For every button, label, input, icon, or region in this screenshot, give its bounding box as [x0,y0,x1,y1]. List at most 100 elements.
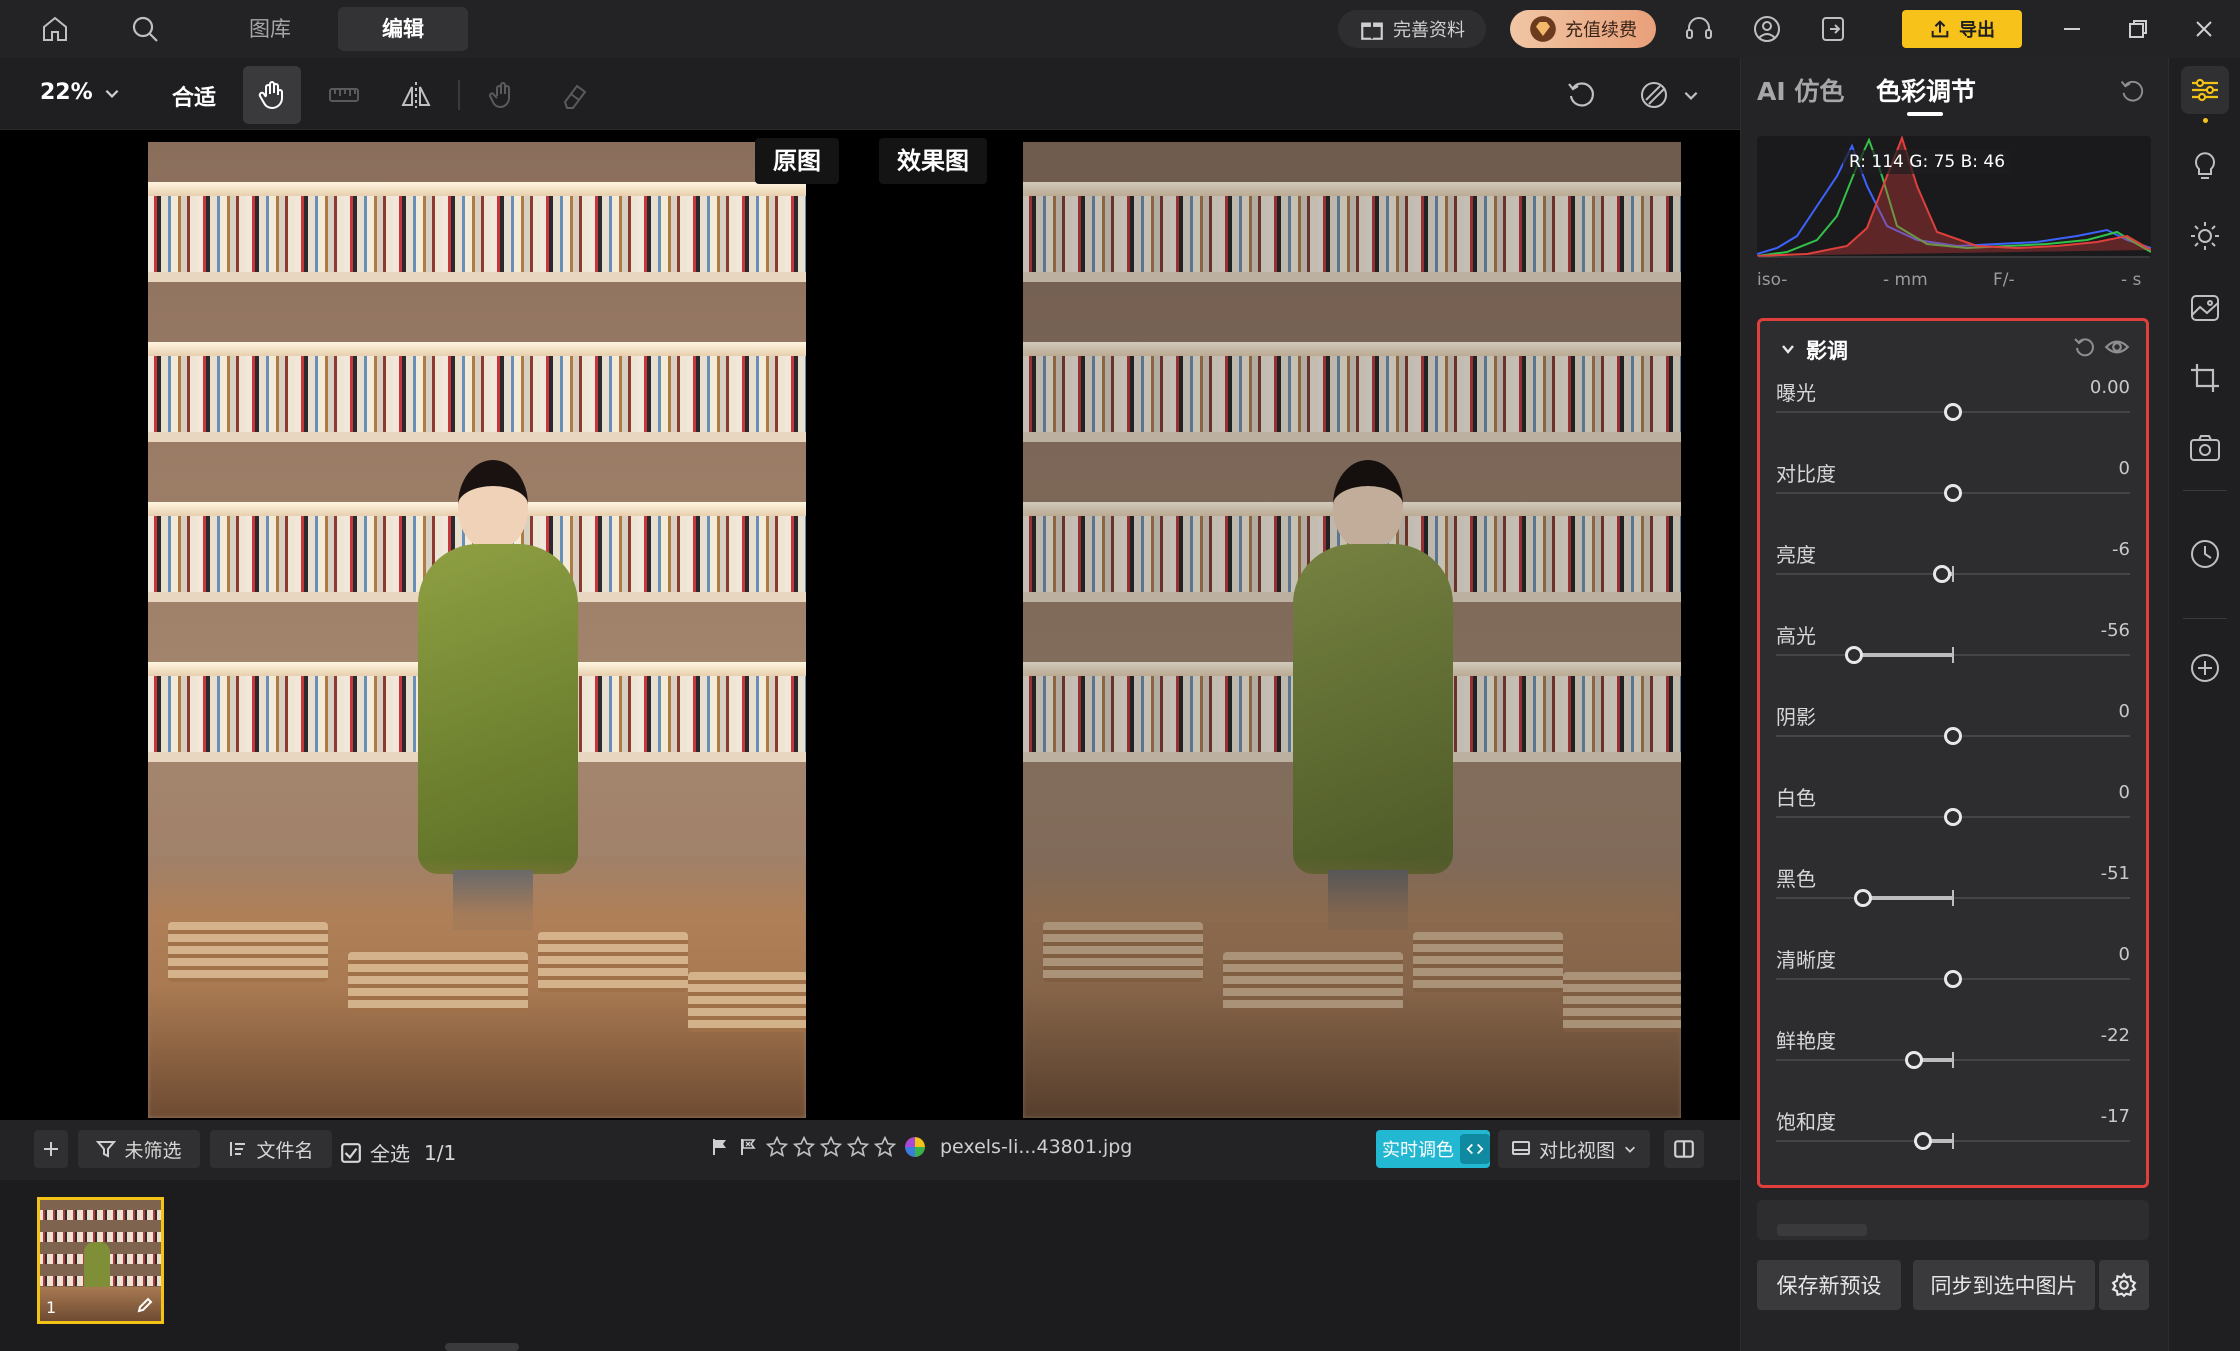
image-edit-icon[interactable] [2181,284,2229,332]
filter-button[interactable]: 未筛选 [78,1130,200,1168]
color-label-icon[interactable] [904,1136,926,1158]
star-icon[interactable] [874,1136,896,1158]
tone-section-header[interactable]: 影调 [1760,331,2146,367]
photo-thumbnail[interactable]: 1 [37,1197,164,1324]
slider-value[interactable]: -17 [2101,1106,2130,1127]
slider-center-tick [1952,1133,1954,1149]
star-rating[interactable] [766,1136,896,1158]
straighten-tool[interactable] [315,66,373,124]
slider-knob[interactable] [1944,970,1962,988]
search-icon[interactable] [126,10,164,48]
tab-library[interactable]: 图库 [226,7,314,51]
photo-canvas[interactable]: 原图 效果图 [0,130,1740,1120]
slider-label: 黑色 [1776,867,1816,891]
complete-profile-button[interactable]: 完善资料 [1338,10,1486,48]
slider-value[interactable]: -51 [2101,863,2130,884]
camera-icon[interactable] [2181,424,2229,472]
headset-icon[interactable] [1680,10,1718,48]
undo-button[interactable] [1553,66,1611,124]
slider-knob[interactable] [1944,403,1962,421]
slider-knob[interactable] [1944,808,1962,826]
minimize-icon[interactable] [2052,10,2092,48]
history-icon[interactable] [2181,530,2229,578]
select-all-checkbox[interactable]: 全选 1/1 [340,1138,456,1167]
code-toggle-icon [1460,1134,1490,1164]
slider-center-tick [1952,890,1954,906]
flag-icon[interactable] [710,1137,730,1157]
filmstrip: 1 [0,1180,1740,1351]
slider-knob[interactable] [1944,727,1962,745]
slider-value[interactable]: -22 [2101,1025,2130,1046]
slider-row: 高光 -56 [1760,620,2146,701]
straighten-icon [329,88,359,102]
tab-edit[interactable]: 编辑 [338,7,468,51]
crop-icon[interactable] [2181,354,2229,402]
chevron-down-icon [1625,1146,1635,1153]
tab-ai-color[interactable]: AI 仿色 [1757,72,1844,108]
sync-to-selected-button[interactable]: 同步到选中图片 [1913,1260,2095,1310]
slider-value[interactable]: -6 [2112,539,2130,560]
filmstrip-scrollbar[interactable] [445,1343,519,1351]
slider-knob[interactable] [1933,565,1952,583]
hand-tool[interactable] [243,66,301,124]
mask-menu[interactable] [1624,66,1714,124]
adjust-panel: AI 仿色 色彩调节 R: 114 G: 75 B: 46 iso- - mm … [1740,58,2168,1351]
adjust-icon[interactable] [2181,66,2229,114]
user-icon[interactable] [1748,10,1786,48]
slider-knob[interactable] [1944,484,1962,502]
exif-shutter: - s [2121,270,2142,290]
tab-underline [1907,112,1943,116]
export-button[interactable]: 导出 [1902,10,2022,48]
reset-section-icon[interactable] [2072,335,2096,359]
split-view-button[interactable] [1664,1130,1704,1168]
visibility-eye-icon[interactable] [2104,334,2130,360]
save-preset-button[interactable]: 保存新预设 [1757,1260,1901,1310]
close-icon[interactable] [2184,10,2224,48]
slider-value[interactable]: 0 [2119,782,2130,803]
zoom-select[interactable]: 22% [40,80,121,105]
slider-knob[interactable] [1905,1051,1924,1069]
add-icon[interactable] [2181,644,2229,692]
original-label: 原图 [755,138,839,184]
chevron-down-icon [105,89,119,98]
eraser-tool[interactable] [545,66,603,124]
bulb-icon[interactable] [2181,142,2229,190]
tone-section: 影调 曝光 0.00 对比度 0 亮度 -6 高光 -56 阴影 0 白色 0 黑色 -51 清晰度 0 鲜艳度… [1757,318,2149,1188]
slider-value[interactable]: 0 [2119,458,2130,479]
star-icon[interactable] [820,1136,842,1158]
filmstrip-toolbar: 未筛选 文件名 全选 1/1 pexels-li...43801.jpg 实时调… [0,1120,1740,1180]
home-icon[interactable] [36,10,74,48]
slider-knob[interactable] [1853,889,1872,907]
gem-icon [1530,16,1556,42]
realtime-toggle[interactable]: 实时调色 [1376,1130,1490,1168]
heal-tool[interactable] [473,66,531,124]
slider-label: 高光 [1776,624,1816,648]
restore-icon[interactable] [2118,10,2158,48]
compare-view-select[interactable]: 对比视图 [1498,1130,1650,1168]
slider-knob[interactable] [1844,646,1863,664]
logout-icon[interactable] [1814,10,1852,48]
slider-knob[interactable] [1913,1132,1932,1150]
curves-section-collapsed[interactable] [1757,1200,2149,1240]
star-icon[interactable] [766,1136,788,1158]
reject-flag-icon[interactable] [738,1137,758,1157]
star-icon[interactable] [793,1136,815,1158]
file-name: pexels-li...43801.jpg [940,1136,1133,1158]
sort-button[interactable]: 文件名 [210,1130,332,1168]
sun-icon[interactable] [2181,212,2229,260]
slider-value[interactable]: 0.00 [2090,377,2130,398]
add-photo-button[interactable] [34,1130,68,1168]
sync-settings-button[interactable] [2099,1260,2149,1310]
slider-value[interactable]: -56 [2101,620,2130,641]
flip-tool[interactable] [387,66,445,124]
recharge-button[interactable]: 充值续费 [1510,10,1656,48]
top-bar: 图库 编辑 完善资料 充值续费 导出 [0,0,2240,58]
chevron-down-icon [1782,345,1794,354]
slider-label: 鲜艳度 [1776,1029,1836,1053]
fit-button[interactable]: 合适 [172,80,216,112]
slider-value[interactable]: 0 [2119,944,2130,965]
star-icon[interactable] [847,1136,869,1158]
tab-color-adjust[interactable]: 色彩调节 [1876,72,1976,108]
slider-value[interactable]: 0 [2119,701,2130,722]
reset-all-icon[interactable] [2117,76,2149,108]
